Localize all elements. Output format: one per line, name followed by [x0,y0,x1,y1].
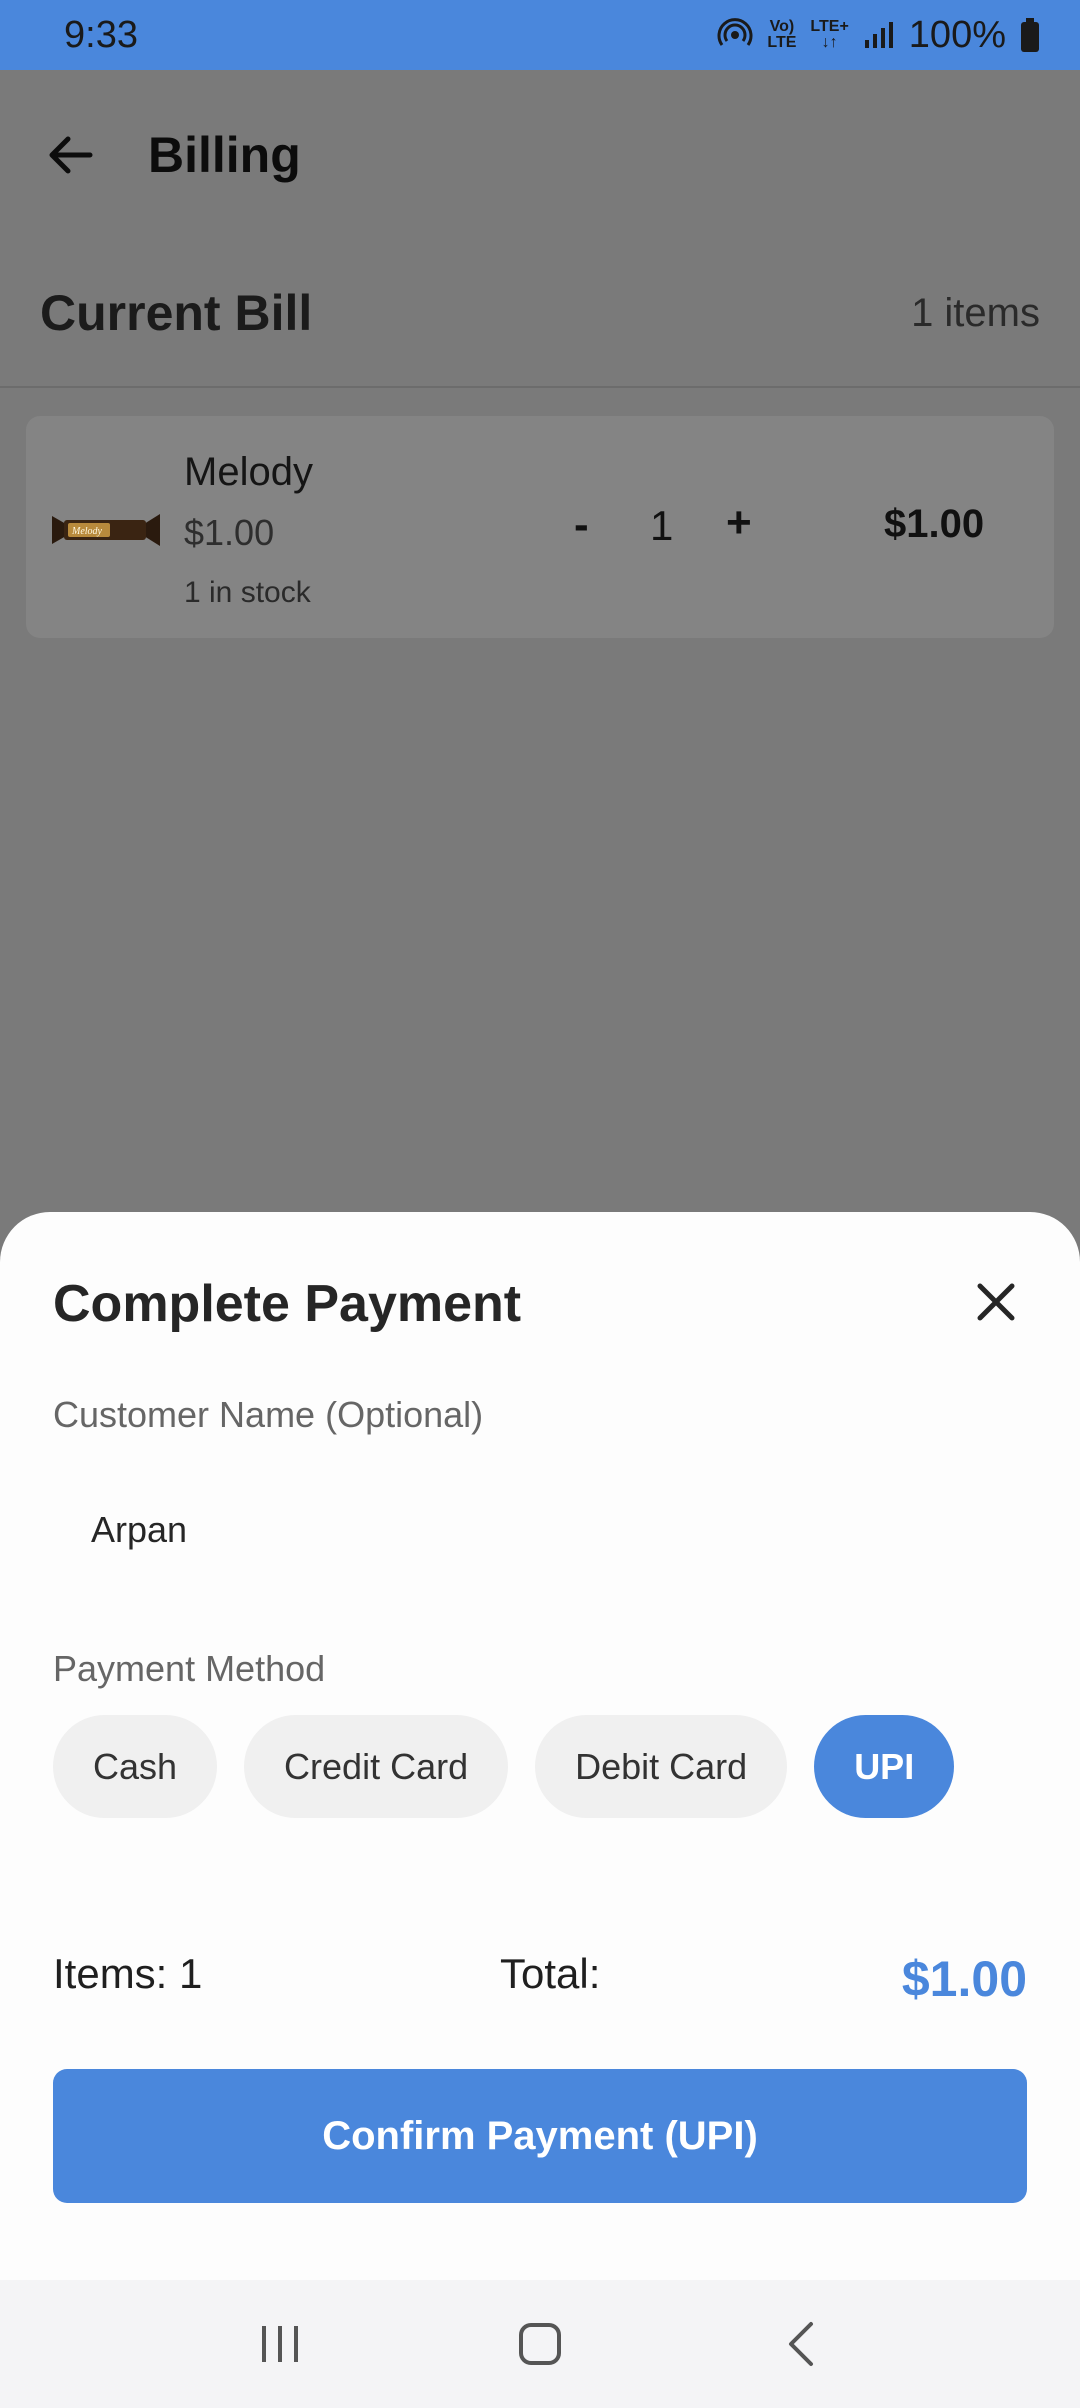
bill-title: Current Bill [40,285,313,341]
item-line-total: $1.00 [884,502,985,546]
payment-bottom-sheet: Complete Payment Customer Name (Optional… [0,1212,1080,2280]
home-icon[interactable] [500,2304,580,2384]
item-name: Melody [184,450,313,494]
payment-option-debit-card[interactable]: Debit Card [535,1715,788,1818]
bill-item-card: Melody Melody $1.00 1 in stock - 1 + $1.… [26,416,1054,638]
battery-icon [1021,18,1039,52]
item-quantity: 1 [650,502,674,549]
summary-items-count: Items: 1 [53,1950,203,1997]
customer-name-label: Customer Name (Optional) [53,1394,484,1435]
system-nav-bar [0,2280,1080,2408]
bill-item-count: 1 items [911,290,1040,335]
item-stock: 1 in stock [184,576,311,609]
battery-percent: 100% [908,13,1006,56]
customer-name-input[interactable] [53,1480,1027,1580]
bill-header: Current Bill 1 items [0,240,1080,388]
summary-total-label: Total: [500,1950,601,1997]
payment-option-cash[interactable]: Cash [53,1715,218,1818]
svg-text:Melody: Melody [71,526,103,537]
back-arrow-icon[interactable] [40,125,100,185]
item-unit-price: $1.00 [184,512,275,553]
back-icon[interactable] [760,2304,840,2384]
hotspot-icon [717,18,753,46]
top-app-bar: Billing [0,70,1080,240]
lte-indicator: LTE+ ↓↑ [810,18,849,51]
payment-option-credit-card[interactable]: Credit Card [244,1715,509,1818]
page-title: Billing [148,127,301,183]
status-icons: Vo) LTE LTE+ ↓↑ 100% [717,14,1040,57]
payment-method-label: Payment Method [53,1648,326,1689]
sheet-title: Complete Payment [53,1275,522,1333]
confirm-payment-button[interactable]: Confirm Payment (UPI) [53,2069,1027,2203]
product-image: Melody [52,514,160,546]
close-icon[interactable] [968,1274,1024,1330]
volte-indicator: Vo) LTE [767,18,797,51]
signal-icon [864,22,893,48]
payment-option-upi[interactable]: UPI [814,1715,955,1818]
status-time: 9:33 [64,13,138,56]
payment-method-options: Cash Credit Card Debit Card UPI [53,1715,955,1818]
status-bar: 9:33 Vo) LTE LTE+ ↓↑ 100% [0,0,1080,70]
decrease-qty-button[interactable]: - [574,500,589,550]
summary-total-value: $1.00 [901,1951,1027,2007]
increase-qty-button[interactable]: + [726,498,752,548]
recent-apps-icon[interactable] [240,2304,320,2384]
